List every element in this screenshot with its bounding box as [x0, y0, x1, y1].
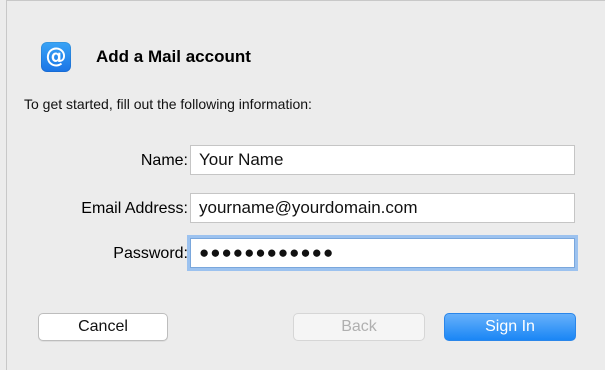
- password-field[interactable]: [190, 238, 575, 268]
- cancel-button[interactable]: Cancel: [38, 313, 168, 341]
- intro-text: To get started, fill out the following i…: [24, 96, 312, 112]
- name-label: Name:: [140, 152, 188, 169]
- back-button[interactable]: Back: [293, 313, 425, 341]
- name-field[interactable]: [190, 145, 575, 175]
- name-row: Name:: [7, 145, 605, 175]
- sign-in-button[interactable]: Sign In: [444, 313, 576, 341]
- at-sign-icon: @: [41, 42, 71, 72]
- email-label: Email Address:: [81, 200, 188, 217]
- dialog-title: Add a Mail account: [96, 47, 251, 66]
- password-label: Password:: [113, 245, 188, 262]
- dialog-header: @ Add a Mail account: [41, 40, 251, 74]
- add-mail-account-dialog: @ Add a Mail account To get started, fil…: [6, 0, 605, 370]
- email-field[interactable]: [190, 193, 575, 223]
- email-row: Email Address:: [7, 193, 605, 223]
- password-row: Password:: [7, 238, 605, 268]
